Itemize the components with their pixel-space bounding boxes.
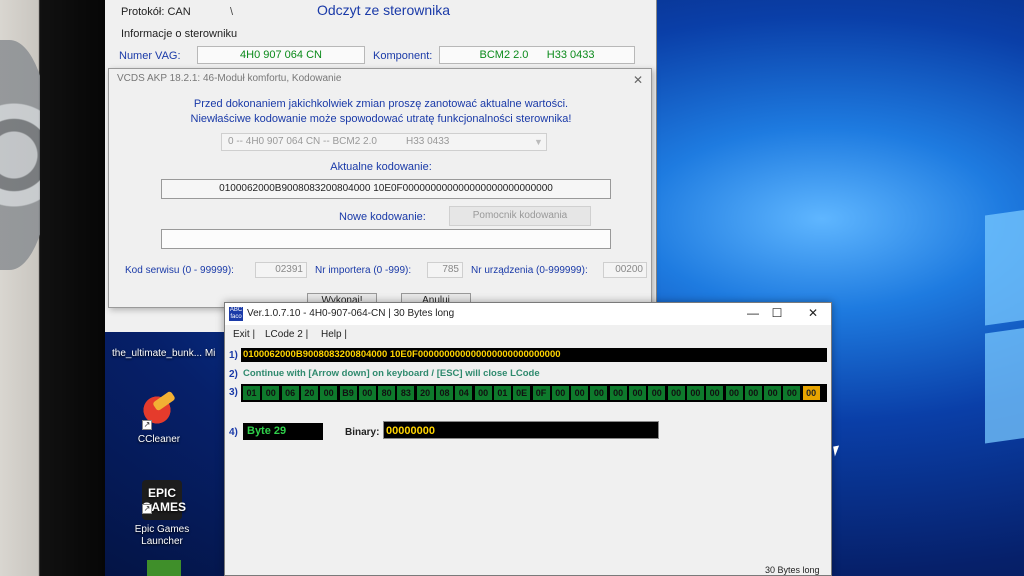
epic-games-desktop-icon[interactable]: EPIC GAMES Epic Games Launcher <box>122 480 202 548</box>
byte-cell[interactable]: 00 <box>783 386 801 400</box>
byte-cell[interactable]: 20 <box>300 386 318 400</box>
row-number: 1) <box>229 350 238 361</box>
new-coding-label: Nowe kodowanie: <box>339 211 426 223</box>
current-coding-field: 0100062000B9008083200804000 10E0F0000000… <box>161 179 611 199</box>
module-select[interactable]: 0 -- 4H0 907 064 CN -- BCM2 2.0 H33 0433… <box>221 133 547 151</box>
byte-cell[interactable]: 08 <box>436 386 453 400</box>
hex-coding-line: 0100062000B9008083200804000 10E0F0000000… <box>241 348 827 362</box>
binary-label: Binary: <box>345 427 380 438</box>
lcode-titlebar[interactable]: ABC faco Ver.1.0.7.10 - 4H0-907-064-CN |… <box>225 303 831 325</box>
byte-cell[interactable]: 0F <box>532 386 550 400</box>
byte-cell[interactable]: 00 <box>474 386 492 400</box>
vag-number-label: Numer VAG: <box>119 50 181 62</box>
byte-cell[interactable]: 80 <box>378 386 396 400</box>
component-field: BCM2 2.0 H33 0433 <box>439 46 635 64</box>
warning-line-1: Przed dokonaniem jakichkolwiek zmian pro… <box>193 98 569 110</box>
byte-cell[interactable]: 00 <box>648 386 666 400</box>
byte-cell[interactable]: 00 <box>609 386 627 400</box>
coding-helper-button[interactable]: Pomocnik kodowania <box>449 206 591 226</box>
keyboard-hint: Continue with [Arrow down] on keyboard /… <box>243 368 540 379</box>
new-coding-input[interactable] <box>161 229 611 249</box>
service-code-label: Kod serwisu (0 - 99999): <box>125 265 234 276</box>
minecraft-icon[interactable] <box>147 560 181 576</box>
desktop-item-label[interactable]: the_ultimate_bunk... Mi <box>112 348 215 359</box>
module-select-value: 0 -- 4H0 907 064 CN -- BCM2 2.0 <box>228 136 377 147</box>
byte-cell[interactable]: 00 <box>667 386 685 400</box>
maximize-icon[interactable]: ☐ <box>765 306 789 320</box>
lcode-window: ABC faco Ver.1.0.7.10 - 4H0-907-064-CN |… <box>224 302 832 576</box>
warning-text: Przed dokonaniem jakichkolwiek zmian pro… <box>109 97 653 127</box>
lcode-title: Ver.1.0.7.10 - 4H0-907-064-CN | 30 Bytes… <box>247 308 455 319</box>
byte-cell[interactable]: 00 <box>262 386 280 400</box>
shortcut-arrow-icon: ↗ <box>142 504 152 514</box>
shortcut-arrow-icon: ↗ <box>142 420 152 430</box>
status-bar-text: 30 Bytes long <box>765 565 820 575</box>
ccleaner-desktop-icon[interactable]: CCleaner <box>119 390 199 446</box>
chevron-down-icon: ▼ <box>534 137 543 147</box>
byte-cell[interactable]: 00 <box>706 386 724 400</box>
protocol-label: Protokół: CAN <box>121 6 191 18</box>
byte-cell[interactable]: 00 <box>320 386 338 400</box>
byte-cell[interactable]: 01 <box>243 386 260 400</box>
byte-cell[interactable]: 00 <box>725 386 743 400</box>
row-number: 4) <box>229 427 238 438</box>
byte-cell[interactable]: 00 <box>764 386 782 400</box>
byte-cell[interactable]: 00 <box>802 386 820 400</box>
device-number-label: Nr urządzenia (0-999999): <box>471 265 588 276</box>
byte-cell[interactable]: 00 <box>590 386 608 400</box>
activity-indicator: \ <box>230 6 234 18</box>
row-number: 2) <box>229 369 238 380</box>
byte-cell[interactable]: 00 <box>551 386 569 400</box>
vag-number-field: 4H0 907 064 CN <box>197 46 365 64</box>
lcode-menubar: Exit | LCode 2 | Help | <box>225 327 831 345</box>
dialog-title: VCDS AKP 18.2.1: 46-Moduł komfortu, Kodo… <box>117 73 342 84</box>
device-number-field[interactable]: 00200 <box>603 262 647 278</box>
byte-cell[interactable]: B9 <box>339 386 357 400</box>
close-icon[interactable]: ✕ <box>801 306 825 320</box>
byte-cell[interactable]: 00 <box>686 386 704 400</box>
byte-cell[interactable]: 00 <box>358 386 376 400</box>
importer-field[interactable]: 785 <box>427 262 463 278</box>
byte-strip: 01 00 06 20 00 B9 00 80 83 20 08 04 00 01 0E 0F 00 00 00 00… <box>241 384 827 402</box>
byte-cell[interactable]: 20 <box>416 386 434 400</box>
menu-lcode2[interactable]: LCode 2 | <box>265 329 308 340</box>
byte-cell[interactable]: 0E <box>513 386 531 400</box>
importer-label: Nr importera (0 -999): <box>315 265 412 276</box>
minimize-icon[interactable]: — <box>741 306 765 320</box>
byte-cell[interactable]: 00 <box>629 386 646 400</box>
close-icon[interactable]: ✕ <box>633 73 643 87</box>
window-heading: Odczyt ze sterownika <box>317 2 451 18</box>
byte-cell[interactable]: 00 <box>744 386 762 400</box>
coding-dialog: VCDS AKP 18.2.1: 46-Moduł komfortu, Kodo… <box>108 68 653 309</box>
byte-cell[interactable]: 04 <box>455 386 473 400</box>
module-select-version: H33 0433 <box>406 136 450 147</box>
current-coding-label: Aktualne kodowanie: <box>330 161 432 173</box>
byte-cell[interactable]: 06 <box>281 386 299 400</box>
service-code-field[interactable]: 02391 <box>255 262 307 278</box>
row-number: 3) <box>229 387 238 398</box>
ccleaner-label: CCleaner <box>137 434 181 445</box>
binary-value-field[interactable]: 00000000 <box>383 421 659 439</box>
epic-games-label: Epic Games Launcher <box>134 524 190 547</box>
byte-cell[interactable]: 83 <box>397 386 415 400</box>
menu-exit[interactable]: Exit | <box>233 329 255 340</box>
lcode-app-icon: ABC faco <box>229 307 243 321</box>
component-label: Komponent: <box>373 50 433 62</box>
byte-cell[interactable]: 01 <box>493 386 511 400</box>
byte-cell[interactable]: 00 <box>571 386 589 400</box>
controller-info-label: Informacje o sterowniku <box>121 28 238 40</box>
selected-byte-label: Byte 29 <box>243 423 323 440</box>
menu-help[interactable]: Help | <box>321 329 347 340</box>
monitor-bezel <box>40 0 112 576</box>
windows-logo-wallpaper <box>985 194 1024 455</box>
warning-line-2: Niewłaściwe kodowanie może spowodować ut… <box>190 113 572 125</box>
epic-games-icon: EPIC GAMES <box>142 480 186 520</box>
